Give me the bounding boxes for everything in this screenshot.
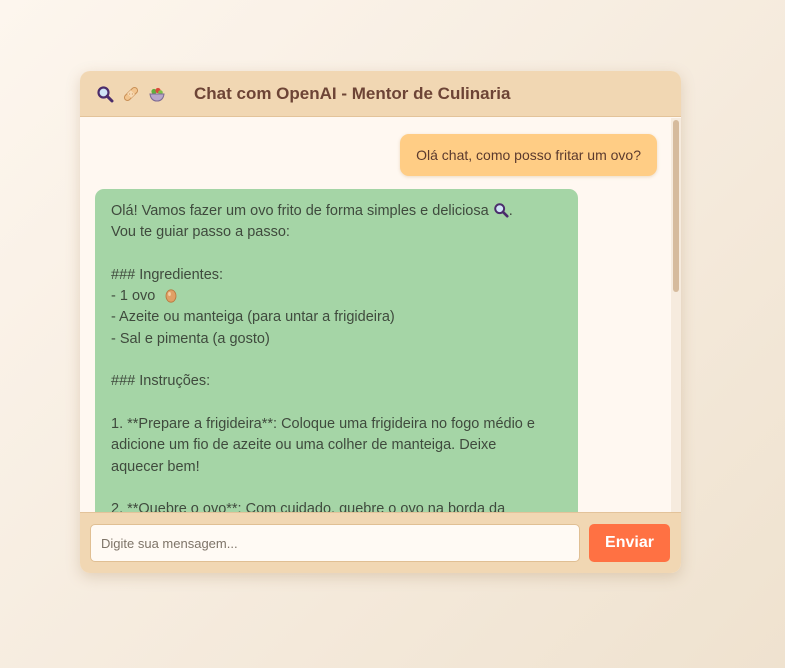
bot-line: adicione um fio de azeite ou uma colher … [111, 437, 497, 454]
user-message: Olá chat, como posso fritar um ovo? [400, 134, 657, 176]
bot-line: 2. **Quebre o ovo**: Com cuidado, quebre… [111, 501, 506, 512]
bot-line: - Azeite ou manteiga (para untar a frigi… [111, 309, 395, 326]
send-button[interactable]: Enviar [589, 524, 670, 562]
bandage-icon [122, 85, 140, 103]
bot-line [111, 478, 562, 499]
bot-line: Vou te guiar passo a passo: [111, 224, 290, 241]
chat-header: Chat com OpenAI - Mentor de Culinaria [80, 71, 681, 117]
magnifier-icon [493, 202, 509, 218]
scrollbar-thumb[interactable] [673, 120, 679, 292]
message-list[interactable]: Olá chat, como posso fritar um ovo? Olá!… [80, 118, 681, 512]
message-input[interactable] [90, 524, 580, 562]
bot-line: 1. **Prepare a frigideira**: Coloque uma… [111, 415, 535, 432]
salad-bowl-icon [148, 85, 166, 103]
bot-line: aquecer bem! [111, 458, 200, 475]
chat-title: Chat com OpenAI - Mentor de Culinaria [194, 83, 511, 103]
bot-line: - Sal e pimenta (a gosto) [111, 330, 270, 347]
bot-line [111, 244, 562, 265]
bot-line: ### Instruções: [111, 373, 211, 390]
bot-message: Olá! Vamos fazer um ovo frito de forma s… [95, 189, 578, 512]
egg-icon [163, 287, 179, 303]
input-bar: Enviar [80, 512, 681, 573]
bot-line [111, 350, 562, 371]
header-icons [96, 85, 174, 103]
bot-line: Olá! Vamos fazer um ovo frito de forma s… [111, 202, 513, 219]
bot-line: ### Ingredientes: [111, 266, 224, 283]
chat-window: Chat com OpenAI - Mentor de Culinaria Ol… [80, 71, 681, 573]
bot-line [111, 393, 562, 414]
bot-line: - 1 ovo [111, 286, 562, 307]
magnifier-icon [96, 85, 114, 103]
